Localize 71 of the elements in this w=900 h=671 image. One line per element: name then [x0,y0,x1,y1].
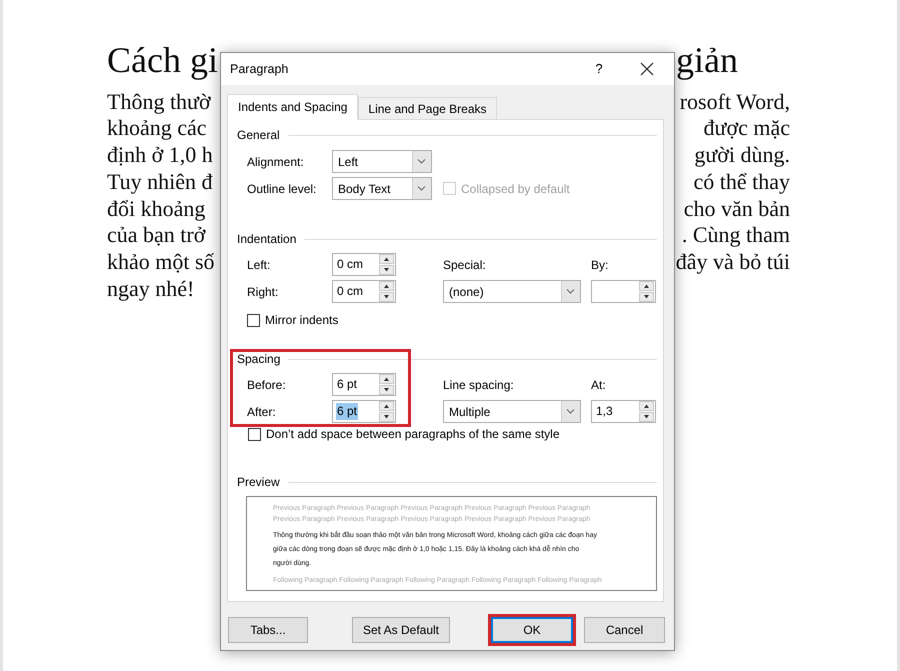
chevron-down-icon[interactable] [412,151,431,172]
document-text: khảo một số [107,249,215,276]
section-heading: Spacing [237,351,282,368]
spin-down-icon[interactable] [639,292,654,302]
spin-down-icon[interactable] [379,292,394,302]
spin-field[interactable]: 6 pt [332,373,396,396]
spin-up-icon[interactable] [379,254,394,264]
spin-up-icon[interactable] [379,281,394,291]
dropdown[interactable]: Body Text [332,177,432,200]
document-text: đổi khoảng [107,196,206,222]
document-text: của bạn trở [107,222,206,250]
chevron-down-icon[interactable] [561,281,580,302]
document-text: Thông thườ [107,88,211,116]
document-text: khoảng các [107,115,207,142]
field-label: By: [591,256,608,274]
field-label: Outline level: [247,180,316,198]
document-text: cho văn bản [684,196,790,222]
field-label: Right: [247,284,278,300]
document-text: rosoft Word, [680,88,790,116]
checkbox-label: Collapsed by default [461,180,570,198]
spin-field[interactable] [591,280,656,303]
checkbox[interactable] [247,314,260,326]
checkbox-label: Don’t add space between paragraphs of the same style [266,426,560,443]
chevron-down-icon[interactable] [412,178,431,199]
section-heading: General [237,127,281,144]
document-text: Tuy nhiên đ [107,168,213,196]
help-button[interactable]: ? [589,57,609,81]
spin-up-icon[interactable] [379,401,394,411]
close-icon[interactable] [640,62,654,76]
dialog-title: Paragraph [230,60,288,78]
document-title: Cách gi [107,39,219,82]
field-label: After: [247,404,276,420]
field-label: Before: [247,376,286,394]
document-text: gười dùng. [694,142,790,169]
cancel-button[interactable]: Cancel [584,617,665,643]
document-text: ngay nhé! [107,276,194,303]
spin-down-icon[interactable] [379,412,394,422]
set-as-default-button[interactable]: Set As Default [352,617,450,643]
tab[interactable]: Line and Page Breaks [358,97,497,119]
field-label: Left: [247,256,270,274]
dropdown[interactable]: (none) [443,280,581,303]
spin-down-icon[interactable] [379,385,394,395]
spin-field[interactable]: 0 cm [332,253,396,276]
spin-field[interactable]: 0 cm [332,280,396,303]
tab[interactable]: Indents and Spacing [227,94,358,120]
field-label: At: [591,376,606,394]
document-text: . Cùng tham [682,222,790,250]
field-label: Special: [443,256,486,274]
chevron-down-icon[interactable] [561,401,580,422]
section-heading: Indentation [237,231,298,248]
field-label: Line spacing: [443,376,514,394]
dropdown[interactable]: Left [332,150,432,173]
document-text: đây và bỏ túi [676,249,790,276]
checkbox[interactable] [248,428,261,440]
spin-field[interactable]: 6 pt [332,400,396,423]
document-text: được mặc [704,115,790,142]
field-label: Alignment: [247,154,304,170]
spin-up-icon[interactable] [379,374,394,384]
checkbox-label: Mirror indents [265,312,338,329]
spin-up-icon[interactable] [639,401,654,411]
spin-down-icon[interactable] [639,412,654,422]
spin-down-icon[interactable] [379,265,394,275]
document-text: có thể thay [693,168,790,196]
dropdown[interactable]: Multiple [443,400,581,423]
tabs-button[interactable]: Tabs... [228,617,308,643]
ok-button[interactable]: OK [491,617,573,643]
section-heading: Preview [237,474,281,491]
document-title: giản [676,39,739,82]
spin-field[interactable]: 1,3 [591,400,656,423]
spin-up-icon[interactable] [639,281,654,291]
document-text: định ở 1,0 h [107,142,213,169]
